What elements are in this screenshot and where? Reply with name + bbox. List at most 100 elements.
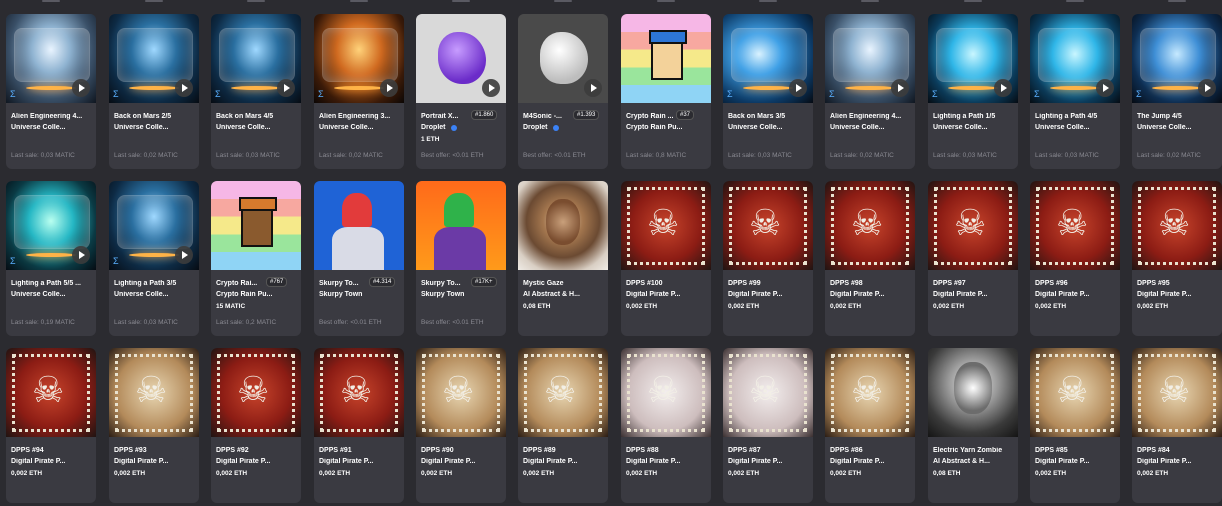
nft-thumbnail[interactable]: ☠ xyxy=(211,348,301,437)
nft-thumbnail[interactable] xyxy=(211,181,301,270)
nft-card[interactable]: ☠ DPPS #88 Digital Pirate P... 0,002 ETH xyxy=(621,348,711,503)
collection-name[interactable]: Digital Pirate P... xyxy=(1035,458,1117,465)
nft-title[interactable]: DPPS #95 xyxy=(1137,280,1219,287)
collection-name[interactable]: Skurpy Town xyxy=(421,291,503,298)
nft-thumbnail[interactable]: Σ xyxy=(1132,14,1222,103)
nft-title[interactable]: Lighting a Path 5/5 ... xyxy=(11,280,93,287)
nft-thumbnail[interactable]: Σ xyxy=(6,181,96,270)
nft-thumbnail[interactable]: ☠ xyxy=(1030,348,1120,437)
nft-thumbnail[interactable]: ☠ xyxy=(1030,181,1120,270)
nft-thumbnail[interactable] xyxy=(518,181,608,270)
nft-thumbnail[interactable]: Σ xyxy=(825,14,915,103)
nft-card[interactable]: ☠ DPPS #91 Digital Pirate P... 0,002 ETH xyxy=(314,348,404,503)
nft-thumbnail[interactable]: Σ xyxy=(314,14,404,103)
nft-card[interactable]: ☠ DPPS #95 Digital Pirate P... 0,002 ETH xyxy=(1132,181,1222,336)
collection-name[interactable]: Digital Pirate P... xyxy=(933,291,1015,298)
play-icon[interactable] xyxy=(175,246,193,264)
collection-name[interactable]: Droplet xyxy=(421,124,503,131)
nft-title[interactable]: Lighting a Path 4/5 xyxy=(1035,113,1117,120)
collection-name[interactable]: Digital Pirate P... xyxy=(1035,291,1117,298)
nft-thumbnail[interactable]: Σ xyxy=(6,14,96,103)
play-icon[interactable] xyxy=(277,79,295,97)
nft-card[interactable]: ☠ DPPS #89 Digital Pirate P... 0,002 ETH xyxy=(518,348,608,503)
collection-name[interactable]: Crypto Rain Pu... xyxy=(216,291,298,298)
nft-card[interactable]: M4Sonic -... Droplet #1.393 Best offer: <0.… xyxy=(518,14,608,169)
nft-card[interactable]: Σ Lighting a Path 3/5 Universe Colle... Las… xyxy=(109,181,199,336)
nft-thumbnail[interactable] xyxy=(518,14,608,103)
nft-thumbnail[interactable]: Σ xyxy=(928,14,1018,103)
play-icon[interactable] xyxy=(175,79,193,97)
collection-name[interactable]: Universe Colle... xyxy=(114,124,196,131)
nft-thumbnail[interactable]: ☠ xyxy=(314,348,404,437)
collection-name[interactable]: Universe Colle... xyxy=(11,291,93,298)
nft-card[interactable]: Σ Back on Mars 4/5 Universe Colle... Last s… xyxy=(211,14,301,169)
collection-name[interactable]: Skurpy Town xyxy=(319,291,401,298)
nft-card[interactable]: Σ Alien Engineering 3... Universe Colle...… xyxy=(314,14,404,169)
play-icon[interactable] xyxy=(994,79,1012,97)
nft-card[interactable]: ☠ DPPS #96 Digital Pirate P... 0,002 ETH xyxy=(1030,181,1120,336)
nft-card[interactable]: ☠ DPPS #84 Digital Pirate P... 0,002 ETH xyxy=(1132,348,1222,503)
collection-name[interactable]: Digital Pirate P... xyxy=(626,458,708,465)
play-icon[interactable] xyxy=(72,79,90,97)
collection-name[interactable]: Universe Colle... xyxy=(1035,124,1117,131)
nft-card[interactable]: ☠ DPPS #100 Digital Pirate P... 0,002 ETH xyxy=(621,181,711,336)
collection-name[interactable]: Universe Colle... xyxy=(216,124,298,131)
nft-card[interactable]: ☠ DPPS #87 Digital Pirate P... 0,002 ETH xyxy=(723,348,813,503)
collection-name[interactable]: Universe Colle... xyxy=(830,124,912,131)
nft-thumbnail[interactable]: Σ xyxy=(1030,14,1120,103)
collection-name[interactable]: Digital Pirate P... xyxy=(830,458,912,465)
nft-thumbnail[interactable]: Σ xyxy=(723,14,813,103)
nft-card[interactable]: Portrait X... Droplet #1.860 1 ETH Best offe… xyxy=(416,14,506,169)
nft-thumbnail[interactable]: ☠ xyxy=(928,181,1018,270)
nft-card[interactable]: Mystic Gaze AI Abstract & H... 0,08 ETH xyxy=(518,181,608,336)
nft-card[interactable]: Σ Lighting a Path 5/5 ... Universe Colle..… xyxy=(6,181,96,336)
nft-card[interactable]: Skurpy To... Skurpy Town #4.314 Best offer:… xyxy=(314,181,404,336)
nft-thumbnail[interactable]: ☠ xyxy=(825,181,915,270)
collection-name[interactable]: AI Abstract & H... xyxy=(933,458,1015,465)
nft-thumbnail[interactable]: Σ xyxy=(109,181,199,270)
collection-name[interactable]: Universe Colle... xyxy=(1137,124,1219,131)
collection-name[interactable]: Digital Pirate P... xyxy=(728,291,810,298)
nft-title[interactable]: DPPS #98 xyxy=(830,280,912,287)
collection-name[interactable]: Digital Pirate P... xyxy=(830,291,912,298)
play-icon[interactable] xyxy=(789,79,807,97)
nft-title[interactable]: Crypto Rain ... xyxy=(626,113,708,120)
nft-card[interactable]: Σ Alien Engineering 4... Universe Colle...… xyxy=(6,14,96,169)
collection-name[interactable]: Digital Pirate P... xyxy=(319,458,401,465)
collection-name[interactable]: Droplet xyxy=(523,124,605,131)
collection-name[interactable]: Digital Pirate P... xyxy=(11,458,93,465)
collection-name[interactable]: Universe Colle... xyxy=(11,124,93,131)
nft-thumbnail[interactable]: Σ xyxy=(211,14,301,103)
nft-title[interactable]: DPPS #93 xyxy=(114,447,196,454)
nft-card[interactable]: ☠ DPPS #99 Digital Pirate P... 0,002 ETH xyxy=(723,181,813,336)
nft-card[interactable]: ☠ DPPS #93 Digital Pirate P... 0,002 ETH xyxy=(109,348,199,503)
collection-name[interactable]: Digital Pirate P... xyxy=(1137,458,1219,465)
collection-name[interactable]: AI Abstract & H... xyxy=(523,291,605,298)
collection-name[interactable]: Digital Pirate P... xyxy=(421,458,503,465)
nft-card[interactable]: Electric Yarn Zombie AI Abstract & H... 0,… xyxy=(928,348,1018,503)
nft-title[interactable]: DPPS #84 xyxy=(1137,447,1219,454)
nft-title[interactable]: Lighting a Path 3/5 xyxy=(114,280,196,287)
play-icon[interactable] xyxy=(584,79,602,97)
play-icon[interactable] xyxy=(1198,79,1216,97)
play-icon[interactable] xyxy=(1096,79,1114,97)
nft-title[interactable]: DPPS #88 xyxy=(626,447,708,454)
nft-thumbnail[interactable] xyxy=(416,14,506,103)
nft-card[interactable]: ☠ DPPS #98 Digital Pirate P... 0,002 ETH xyxy=(825,181,915,336)
nft-card[interactable]: Σ Back on Mars 3/5 Universe Colle... Last s… xyxy=(723,14,813,169)
nft-card[interactable]: Σ Back on Mars 2/5 Universe Colle... Last s… xyxy=(109,14,199,169)
nft-card[interactable]: ☠ DPPS #86 Digital Pirate P... 0,002 ETH xyxy=(825,348,915,503)
nft-title[interactable]: Alien Engineering 4... xyxy=(830,113,912,120)
nft-title[interactable]: DPPS #100 xyxy=(626,280,708,287)
nft-card[interactable]: ☠ DPPS #94 Digital Pirate P... 0,002 ETH xyxy=(6,348,96,503)
collection-name[interactable]: Digital Pirate P... xyxy=(728,458,810,465)
nft-title[interactable]: DPPS #86 xyxy=(830,447,912,454)
play-icon[interactable] xyxy=(891,79,909,97)
nft-title[interactable]: DPPS #99 xyxy=(728,280,810,287)
nft-card[interactable]: ☠ DPPS #97 Digital Pirate P... 0,002 ETH xyxy=(928,181,1018,336)
nft-thumbnail[interactable]: ☠ xyxy=(621,348,711,437)
nft-title[interactable]: Alien Engineering 3... xyxy=(319,113,401,120)
nft-thumbnail[interactable]: ☠ xyxy=(723,348,813,437)
nft-title[interactable]: DPPS #90 xyxy=(421,447,503,454)
nft-card[interactable]: Crypto Rai... Crypto Rain Pu... #767 15 MAT… xyxy=(211,181,301,336)
